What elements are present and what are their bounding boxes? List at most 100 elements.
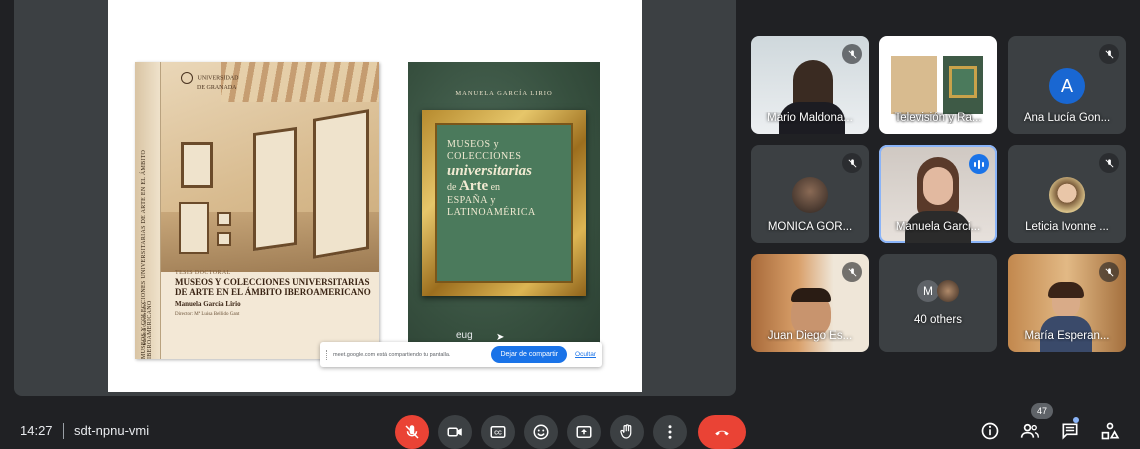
title-line-2: COLECCIONES	[447, 151, 522, 162]
svg-text:CC: CC	[494, 431, 502, 437]
publisher-logo: eug	[456, 330, 473, 341]
hide-share-bar-link[interactable]: Ocultar	[575, 351, 596, 358]
reactions-button[interactable]	[524, 415, 558, 449]
chat-button[interactable]	[1058, 419, 1082, 443]
captions-icon: CC	[490, 426, 506, 438]
raise-hand-button[interactable]	[610, 415, 644, 449]
divider	[63, 423, 64, 439]
activities-icon	[1101, 422, 1120, 440]
present-screen-button[interactable]	[567, 415, 601, 449]
university-city: DE GRANADA	[197, 85, 237, 91]
book-cover-museos: MANUELA GARCÍA LIRIO MUSEOS y COLECCIONE…	[408, 62, 600, 359]
emoji-icon	[533, 424, 549, 440]
participant-tile[interactable]: Leticia Ivonne ...	[1008, 145, 1126, 243]
thesis-text: TESIS DOCTORAL MUSEOS Y COLECCIONES UNIV…	[175, 270, 375, 317]
painting-frame	[253, 126, 297, 252]
drag-handle-icon[interactable]	[326, 349, 328, 360]
thesis-author: Manuela García Lirio	[175, 300, 241, 308]
thesis-tag: TESIS DOCTORAL	[175, 270, 231, 276]
mic-off-icon	[1099, 153, 1119, 173]
participant-video	[791, 288, 831, 302]
participant-video	[1048, 282, 1084, 298]
meeting-details-button[interactable]	[978, 419, 1002, 443]
gold-frame: MUSEOS y COLECCIONES universitarias de A…	[422, 110, 586, 296]
avatar: A	[1049, 68, 1085, 104]
participant-name: Televisión y Ra...	[894, 112, 982, 124]
participant-tile[interactable]: MONICA GOR...	[751, 145, 869, 243]
more-icon	[668, 425, 672, 439]
title-line-4-prefix: de	[447, 182, 457, 193]
painting-frame	[181, 142, 213, 188]
mic-toggle-button[interactable]	[395, 415, 429, 449]
meeting-code: sdt-npnu-vmi	[74, 423, 150, 438]
participant-name: Manuela Garci...	[895, 221, 981, 233]
cover-illustration	[161, 62, 379, 272]
avatar	[937, 280, 959, 302]
university-logo: UNIVERSIDAD DE GRANADA	[181, 72, 239, 92]
shared-screen-thumbnail	[885, 42, 991, 122]
avatar	[1049, 177, 1085, 213]
raise-hand-icon	[620, 424, 632, 439]
new-message-dot	[1073, 417, 1079, 423]
crest-icon	[181, 72, 193, 84]
participant-name: Mario Maldona...	[767, 112, 853, 124]
avatar	[792, 177, 828, 213]
leave-call-button[interactable]	[698, 415, 746, 449]
activities-button[interactable]	[1098, 419, 1122, 443]
shared-slide: MUSEOS Y COLECCIONES UNIVERSITARIAS DE A…	[108, 0, 642, 392]
hang-up-icon	[715, 430, 729, 436]
others-tile[interactable]: M 40 others	[879, 254, 997, 352]
book-author: MANUELA GARCÍA LIRIO	[455, 90, 553, 97]
painting-frame	[179, 202, 209, 254]
share-message: meet.google.com está compartiendo tu pan…	[333, 351, 451, 358]
title-line-5: ESPAÑA y	[447, 195, 496, 206]
title-line-4-big: Arte	[458, 178, 489, 194]
mic-off-icon	[1099, 262, 1119, 282]
painting-frame	[217, 232, 231, 246]
info-icon	[981, 422, 999, 440]
participant-name: María Esperan...	[1024, 330, 1110, 342]
participant-tile[interactable]: María Esperan...	[1008, 254, 1126, 352]
people-button[interactable]	[1018, 419, 1042, 443]
more-options-button[interactable]	[653, 415, 687, 449]
thesis-title: MUSEOS Y COLECCIONES UNIVERSITARIAS DE A…	[175, 277, 371, 297]
screen-share-bar: meet.google.com está compartiendo tu pan…	[320, 342, 602, 367]
meeting-toolbar: 14:27 sdt-npnu-vmi CC 47	[0, 403, 1140, 449]
participant-name: Juan Diego Es...	[767, 330, 853, 342]
participant-tile[interactable]: Juan Diego Es...	[751, 254, 869, 352]
chat-icon	[1062, 423, 1078, 440]
participant-name: Leticia Ivonne ...	[1025, 221, 1109, 233]
camera-icon	[447, 427, 462, 437]
university-name: UNIVERSIDAD	[197, 75, 239, 82]
participant-video	[923, 167, 953, 205]
spine-author: Manuela García Lirio	[143, 301, 148, 345]
title-line-3: universitarias	[447, 163, 533, 179]
book-cover-thesis: MUSEOS Y COLECCIONES UNIVERSITARIAS DE A…	[135, 62, 379, 359]
camera-toggle-button[interactable]	[438, 415, 472, 449]
mic-off-icon	[1099, 44, 1119, 64]
speaking-indicator-icon	[969, 154, 989, 174]
thesis-director: Director: Mª Luisa Bellido Gant	[175, 312, 240, 317]
thumb-book2	[943, 56, 983, 114]
avatar: M	[917, 280, 939, 302]
present-icon	[576, 426, 592, 438]
participant-tile[interactable]: Mario Maldona...	[751, 36, 869, 134]
presentation-stage: MUSEOS Y COLECCIONES UNIVERSITARIAS DE A…	[14, 0, 736, 396]
participant-name: 40 others	[914, 314, 962, 326]
people-icon	[1020, 423, 1039, 438]
mic-off-icon	[842, 44, 862, 64]
participant-tile[interactable]: Televisión y Ra...	[879, 36, 997, 134]
mic-off-icon	[842, 262, 862, 282]
stop-sharing-button[interactable]: Dejar de compartir	[491, 346, 568, 363]
captions-button[interactable]: CC	[481, 415, 515, 449]
meeting-time: 14:27	[20, 423, 53, 438]
painting-frame	[313, 109, 369, 259]
mic-off-icon	[842, 153, 862, 173]
ceiling-beams	[221, 62, 379, 102]
participant-count-badge: 47	[1031, 403, 1053, 419]
participant-tile[interactable]: A Ana Lucía Gon...	[1008, 36, 1126, 134]
painting-frame	[217, 212, 231, 226]
participant-tile-active-speaker[interactable]: Manuela Garci...	[879, 145, 997, 243]
thumb-book1	[891, 56, 937, 114]
thumb-frame	[949, 66, 977, 98]
